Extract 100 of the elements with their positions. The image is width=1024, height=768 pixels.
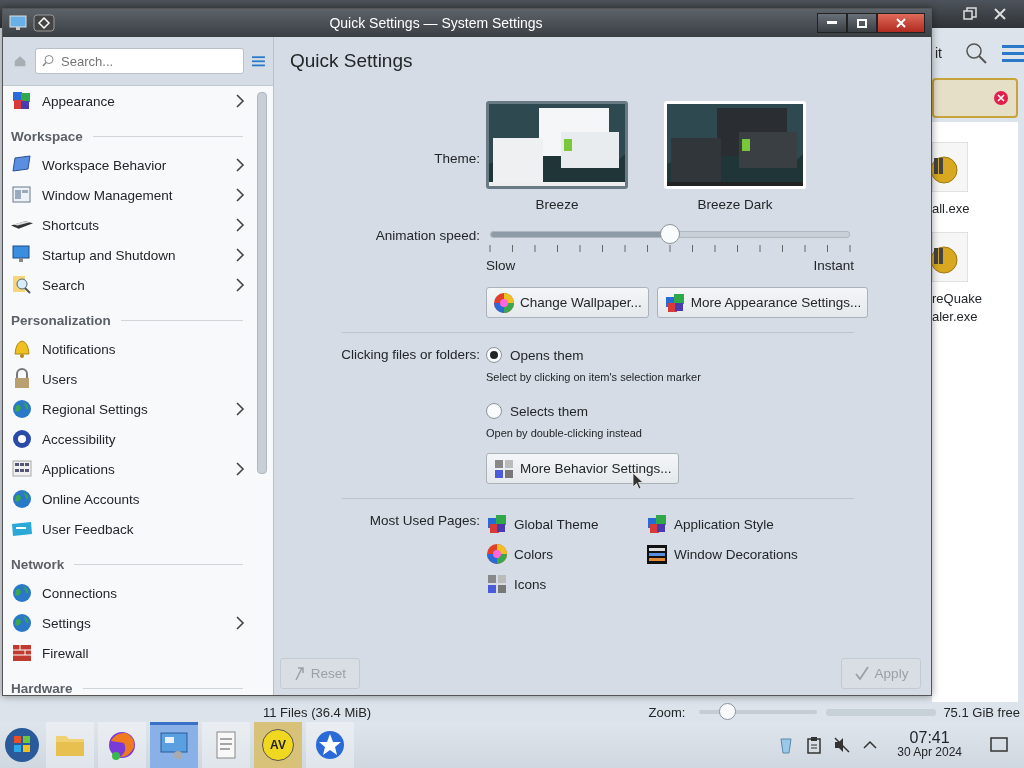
category-item[interactable]: Firewall xyxy=(42,645,251,661)
speaker-muted-icon[interactable] xyxy=(833,736,852,754)
category-item[interactable]: Shortcuts xyxy=(42,217,226,233)
radio-label[interactable]: Opens them xyxy=(510,347,584,363)
clipboard-icon[interactable] xyxy=(805,736,824,754)
taskbar-app[interactable] xyxy=(98,722,146,768)
maximize-icon xyxy=(857,18,867,28)
category-item[interactable]: Search xyxy=(42,277,226,293)
category-item[interactable]: Users xyxy=(42,371,251,387)
scrollbar[interactable] xyxy=(257,92,267,474)
animation-speed-label: Animation speed: xyxy=(374,228,480,245)
gear-icon[interactable] xyxy=(932,142,968,192)
radio-button[interactable] xyxy=(486,403,502,419)
page-link[interactable]: Icons xyxy=(514,576,547,592)
settings-button[interactable]: More Appearance Settings... xyxy=(656,287,869,318)
brick-wall-icon xyxy=(11,642,33,664)
magnifier-icon xyxy=(11,274,33,296)
slider-thumb[interactable] xyxy=(718,703,736,720)
page-link[interactable]: Window Decorations xyxy=(674,546,798,562)
maximize-button[interactable] xyxy=(847,13,877,33)
app-logo: AV xyxy=(262,729,294,761)
zoom-label: Zoom: xyxy=(648,704,686,720)
option-hint: Select by clicking on item's selection marker xyxy=(486,371,702,383)
keyboard-icon xyxy=(11,220,33,230)
close-icon[interactable] xyxy=(994,91,1008,105)
toolbar-label[interactable]: it xyxy=(935,45,942,61)
radio-label[interactable]: Selects them xyxy=(510,403,589,419)
minimize-button[interactable] xyxy=(817,13,847,33)
category-item[interactable]: Accessibility xyxy=(42,431,251,447)
window-title: Quick Settings — System Settings xyxy=(328,15,544,31)
restore-icon[interactable] xyxy=(962,6,978,22)
fox-globe-icon xyxy=(106,729,138,761)
status-summary: 11 Files (36.4 MiB) xyxy=(263,704,372,720)
close-icon[interactable] xyxy=(992,6,1008,22)
window-stripes-icon xyxy=(646,543,668,565)
show-desktop-icon[interactable] xyxy=(990,737,1008,753)
page-title: Quick Settings xyxy=(290,50,413,72)
section-heading: Workspace xyxy=(11,129,83,144)
globe-icon xyxy=(11,582,33,604)
most-used-label: Most Used Pages: xyxy=(368,513,480,530)
category-item[interactable]: Startup and Shutdown xyxy=(42,247,226,263)
page-link[interactable]: Global Theme xyxy=(514,516,599,532)
category-item[interactable]: Appearance xyxy=(42,93,226,109)
color-blocks-icon xyxy=(663,291,686,314)
category-item[interactable]: Workspace Behavior xyxy=(42,157,226,173)
star-badge-icon xyxy=(314,729,346,761)
search-field[interactable]: Search... xyxy=(35,48,245,74)
color-blocks-icon xyxy=(646,513,668,535)
monitor-icon xyxy=(158,729,190,761)
radio-button[interactable] xyxy=(486,347,502,363)
theme-label: Theme: xyxy=(433,151,480,166)
category-item[interactable]: Settings xyxy=(42,615,226,631)
gear-icon[interactable] xyxy=(932,232,968,282)
section-heading: Hardware xyxy=(11,681,73,695)
settings-button[interactable]: Change Wallpaper... xyxy=(486,287,649,318)
settings-button[interactable]: More Behavior Settings... xyxy=(486,453,679,484)
globe-icon xyxy=(11,398,33,420)
clock[interactable]: 07:41 30 Apr 2024 xyxy=(897,730,962,760)
monitor-icon[interactable] xyxy=(9,15,27,31)
color-wheel-icon xyxy=(493,291,515,314)
free-space-label: 75.1 GiB free xyxy=(943,704,1020,720)
clicking-label: Clicking files or folders: xyxy=(340,347,480,364)
taskbar-app[interactable] xyxy=(306,722,354,768)
search-icon xyxy=(42,54,56,67)
wheel-icon xyxy=(11,428,33,450)
bell-icon xyxy=(11,338,33,360)
category-item[interactable]: User Feedback xyxy=(42,521,251,537)
search-icon[interactable] xyxy=(964,41,988,65)
color-blocks-icon xyxy=(486,513,508,535)
color-blocks-icon xyxy=(11,90,33,112)
menu-icon[interactable] xyxy=(1002,44,1024,62)
slider-thumb[interactable] xyxy=(660,224,680,244)
category-item[interactable]: Window Management xyxy=(42,187,226,203)
clock-time: 07:41 xyxy=(909,730,950,745)
category-item[interactable]: Online Accounts xyxy=(42,491,251,507)
category-item[interactable]: Regional Settings xyxy=(42,401,226,417)
section-heading: Personalization xyxy=(11,313,111,328)
file-name[interactable]: reQuake aler.exe xyxy=(932,290,982,326)
color-wheel-icon xyxy=(486,543,508,565)
grid-icon xyxy=(11,458,33,480)
start-orb-icon[interactable] xyxy=(4,727,40,763)
globe-icon xyxy=(11,488,33,510)
clock-date: 30 Apr 2024 xyxy=(897,745,962,760)
taskbar-app[interactable]: AV xyxy=(254,722,302,768)
category-item[interactable]: Applications xyxy=(42,461,226,477)
theme-name: Breeze Dark xyxy=(697,197,773,212)
checkmark-icon xyxy=(853,665,870,681)
globe-icon xyxy=(11,612,33,634)
page-link[interactable]: Application Style xyxy=(674,516,774,532)
taskbar-app[interactable] xyxy=(150,722,198,768)
section-heading: Network xyxy=(11,557,65,572)
file-name[interactable]: all.exe xyxy=(932,200,970,218)
close-icon xyxy=(896,18,906,28)
window-icon xyxy=(11,184,33,206)
close-button[interactable] xyxy=(877,13,925,33)
slider-max-label: Instant xyxy=(813,258,854,273)
page-link[interactable]: Colors xyxy=(514,546,553,562)
category-item[interactable]: Notifications xyxy=(42,341,251,357)
category-item[interactable]: Connections xyxy=(42,585,251,601)
slider-min-label: Slow xyxy=(486,258,516,273)
